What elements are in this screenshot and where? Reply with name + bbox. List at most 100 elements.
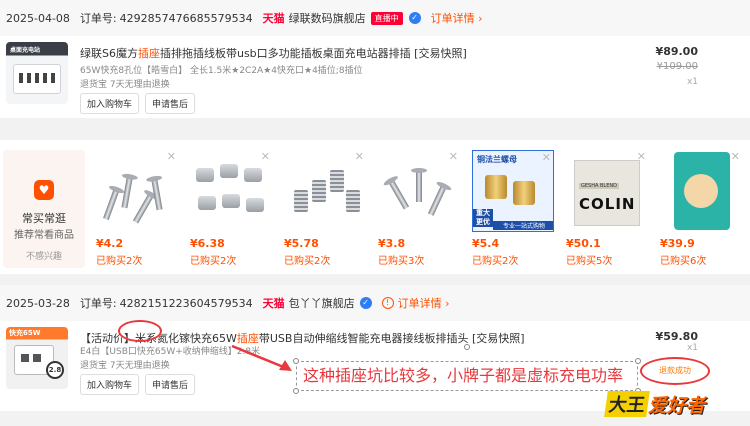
product-image[interactable]: 快充65W 2.8: [6, 327, 68, 389]
close-icon[interactable]: ✕: [167, 150, 176, 163]
order-date: 2025-04-08: [6, 11, 70, 25]
order-date: 2025-03-28: [6, 296, 70, 310]
bought-count: 已购买2次: [472, 256, 519, 267]
verified-icon: ✓: [408, 12, 421, 24]
recommend-price: ¥50.1: [566, 237, 601, 250]
recommend-price: ¥5.4: [472, 237, 500, 250]
original-price: ¥109.00: [656, 61, 698, 72]
not-interested-button[interactable]: 不感兴趣: [3, 249, 85, 262]
paid-price: ¥59.80: [655, 330, 698, 343]
annotation-textbox: 这种插座坑比较多，小牌子都是虚标充电功率: [296, 361, 638, 391]
after-sales-button[interactable]: 申请售后: [145, 374, 196, 395]
product-title-pre: 绿联S6魔方: [80, 47, 138, 60]
close-icon[interactable]: ✕: [355, 150, 364, 163]
close-icon[interactable]: ✕: [731, 150, 740, 163]
product-title-link[interactable]: 绿联S6魔方插座插排拖插线板带usb口多功能插板桌面充电站器排插 [交易快照]: [80, 45, 580, 61]
order-number-label: 订单号:: [79, 297, 117, 310]
screws-product-image[interactable]: ✕: [96, 150, 178, 232]
inserts-product-image[interactable]: ✕: [284, 150, 366, 232]
coffee-brand-label: COLIN: [579, 195, 636, 213]
site-watermark: 大王 爱好者: [604, 385, 706, 423]
bought-count: 已购买2次: [284, 256, 331, 267]
product-spec: E4白【USB口快充65W+收纳伸缩线】2.8米: [80, 347, 261, 357]
cat-food-bag-illustration: [674, 152, 730, 230]
product-title-keyword: 插座: [137, 47, 160, 60]
product-image-tag: 重大更优: [473, 209, 493, 227]
order-actions: 加入购物车 申请售后: [80, 374, 196, 395]
live-badge[interactable]: 直播中: [370, 11, 403, 25]
product-image-banner: 专业一站式购物: [493, 221, 553, 230]
product-title-post: 带USB自动伸缩线智能充电器接线板排插头 [交易快照]: [258, 332, 525, 345]
power-strip-illustration: [13, 64, 61, 94]
resize-handle[interactable]: [293, 388, 299, 394]
chevron-right-icon: ›: [441, 296, 450, 310]
order-detail-link[interactable]: 订单详情: [431, 10, 475, 26]
watermark-part1: 大王: [604, 391, 650, 417]
bought-count: 已购买5次: [566, 256, 613, 267]
quantity: x1: [686, 343, 698, 353]
coffee-blend-label: GESHA BLEND: [579, 183, 619, 189]
product-image[interactable]: 桌面充电站: [6, 42, 68, 104]
order-actions: 加入购物车 申请售后: [80, 93, 196, 114]
recommend-item[interactable]: ✕ ¥6.38 已购买2次: [190, 150, 272, 267]
recommend-item[interactable]: ✕ ¥3.8 已购买3次: [378, 150, 460, 267]
recommend-price: ¥3.8: [378, 237, 406, 250]
refund-status-badge[interactable]: 退款成功: [640, 357, 710, 385]
brass-nut-product-image[interactable]: ✕ 铜法兰螺母 重大更优 专业一站式购物: [472, 150, 554, 232]
recommend-item[interactable]: ✕ ¥4.2 已购买2次: [96, 150, 178, 267]
heart-icon: ♥: [34, 180, 54, 200]
detail-icon: !: [381, 297, 394, 309]
length-badge: 2.8: [46, 361, 64, 379]
bought-count: 已购买2次: [190, 256, 237, 267]
order-header: 2025-04-08 订单号: 4292857476685579534 天猫 绿…: [0, 0, 750, 36]
add-to-cart-button[interactable]: 加入购物车: [80, 93, 140, 114]
after-sales-button[interactable]: 申请售后: [145, 93, 196, 114]
close-icon[interactable]: ✕: [261, 150, 270, 163]
quantity: x1: [686, 77, 698, 87]
paid-price: ¥89.00: [655, 45, 698, 58]
rotate-handle[interactable]: [464, 344, 470, 350]
add-to-cart-button[interactable]: 加入购物车: [80, 374, 140, 395]
bought-count: 已购买6次: [660, 256, 707, 267]
resize-handle[interactable]: [293, 358, 299, 364]
tmall-logo: 天猫: [262, 297, 285, 310]
highlight-circle: [118, 320, 162, 342]
product-image-label: 快充65W: [9, 329, 41, 337]
recommend-price: ¥6.38: [190, 237, 225, 250]
watermark-part2: 爱好者: [648, 394, 706, 417]
order-card: 2025-04-08 订单号: 4292857476685579534 天猫 绿…: [0, 0, 750, 118]
shop-name-link[interactable]: 绿联数码旗舰店: [289, 10, 366, 26]
bolts-product-image[interactable]: ✕: [378, 150, 460, 232]
close-icon[interactable]: ✕: [449, 150, 458, 163]
close-icon[interactable]: ✕: [542, 151, 551, 164]
frequent-buy-card[interactable]: ♥ 常买常逛 推荐常看商品 不感兴趣: [3, 150, 85, 268]
recommend-item[interactable]: ✕ ¥5.78 已购买2次: [284, 150, 366, 267]
order-number: 4292857476685579534: [119, 11, 253, 25]
recommend-price: ¥4.2: [96, 237, 124, 250]
order-number: 4282151223604579534: [119, 296, 253, 310]
coffee-product-image[interactable]: ✕ GESHA BLEND COLIN: [566, 150, 648, 232]
verified-icon: ✓: [359, 297, 372, 309]
recommend-price: ¥39.9: [660, 237, 695, 250]
recommend-item[interactable]: ✕ ¥39.9 已购买6次: [660, 150, 742, 267]
bought-count: 已购买2次: [96, 256, 143, 267]
service-info: 退货宝 7天无理由退换: [80, 80, 170, 90]
chevron-right-icon: ›: [474, 11, 483, 25]
product-image-title: 铜法兰螺母: [477, 155, 517, 164]
product-title-post: 插排拖插线板带usb口多功能插板桌面充电站器排插 [交易快照]: [159, 47, 467, 60]
service-info: 退货宝 7天无理由退换: [80, 361, 170, 371]
product-image-label: 桌面充电站: [10, 47, 41, 54]
frequent-buy-title: 常买常逛: [22, 212, 66, 225]
recommend-item[interactable]: ✕ 铜法兰螺母 重大更优 专业一站式购物 ¥5.4 已购买2次: [472, 150, 554, 267]
order-detail-link[interactable]: 订单详情: [398, 295, 442, 311]
resize-handle[interactable]: [635, 358, 641, 364]
cylinders-product-image[interactable]: ✕: [190, 150, 272, 232]
cat-food-product-image[interactable]: ✕: [660, 150, 742, 232]
order-number-label: 订单号:: [79, 12, 117, 25]
shop-name-link[interactable]: 包丫丫旗舰店: [289, 295, 355, 311]
recommend-price: ¥5.78: [284, 237, 319, 250]
recommend-item[interactable]: ✕ GESHA BLEND COLIN ¥50.1 已购买5次: [566, 150, 648, 267]
order-header: 2025-03-28 订单号: 4282151223604579534 天猫 包…: [0, 285, 750, 321]
frequent-buy-subtitle: 推荐常看商品: [14, 230, 74, 241]
product-spec: 65W快充8孔位【皓雪白】 全长1.5米★2C2A★4快充口★4插位;8插位: [80, 66, 363, 76]
